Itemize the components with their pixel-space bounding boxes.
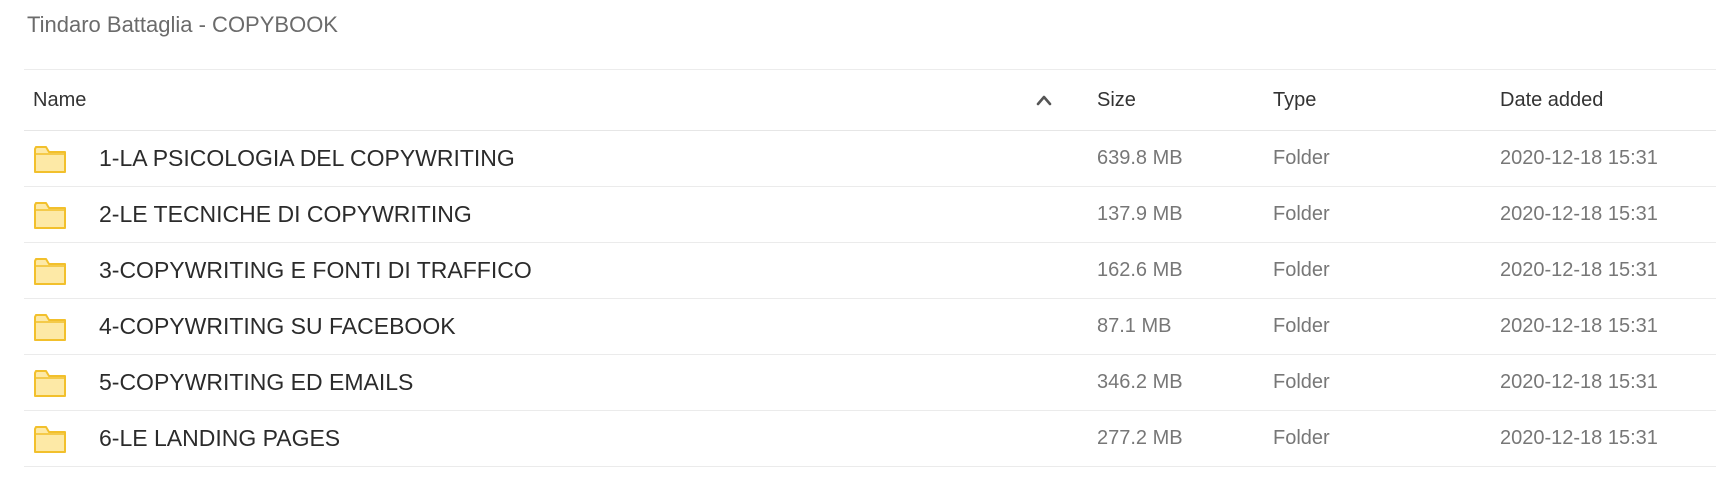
folder-icon [34,146,66,173]
chevron-up-icon[interactable] [1036,93,1052,107]
file-browser: Tindaro Battaglia - COPYBOOK Name Size T… [0,0,1716,491]
column-header-type[interactable]: Type [1273,70,1316,130]
folder-icon [34,202,66,229]
table-header: Name Size Type Date added [24,70,1716,131]
table-row[interactable]: 1-LA PSICOLOGIA DEL COPYWRITING 639.8 MB… [24,131,1716,187]
folder-date-added: 2020-12-18 15:31 [1500,147,1658,169]
folder-date-added: 2020-12-18 15:31 [1500,315,1658,337]
folder-size: 162.6 MB [1097,259,1183,281]
column-header-size[interactable]: Size [1097,70,1136,130]
folder-type: Folder [1273,315,1330,337]
table-row[interactable]: 6-LE LANDING PAGES 277.2 MB Folder 2020-… [24,411,1716,467]
folder-date-added: 2020-12-18 15:31 [1500,203,1658,225]
folder-size: 87.1 MB [1097,315,1172,337]
folder-icon [34,314,66,341]
folder-name[interactable]: 3-COPYWRITING E FONTI DI TRAFFICO [99,243,532,298]
folder-date-added: 2020-12-18 15:31 [1500,371,1658,393]
folder-type: Folder [1273,259,1330,281]
folder-size: 137.9 MB [1097,203,1183,225]
folder-type: Folder [1273,203,1330,225]
folder-name[interactable]: 5-COPYWRITING ED EMAILS [99,355,413,410]
folder-name[interactable]: 6-LE LANDING PAGES [99,411,340,466]
folder-type: Folder [1273,427,1330,449]
column-header-date-added[interactable]: Date added [1500,70,1603,130]
table-row[interactable]: 2-LE TECNICHE DI COPYWRITING 137.9 MB Fo… [24,187,1716,243]
folder-icon [34,258,66,285]
folder-date-added: 2020-12-18 15:31 [1500,259,1658,281]
folder-type: Folder [1273,371,1330,393]
folder-size: 277.2 MB [1097,427,1183,449]
table-row[interactable]: 3-COPYWRITING E FONTI DI TRAFFICO 162.6 … [24,243,1716,299]
folder-name[interactable]: 4-COPYWRITING SU FACEBOOK [99,299,456,354]
breadcrumb[interactable]: Tindaro Battaglia - COPYBOOK [27,10,338,40]
folder-date-added: 2020-12-18 15:31 [1500,427,1658,449]
table-row[interactable]: 5-COPYWRITING ED EMAILS 346.2 MB Folder … [24,355,1716,411]
folder-size: 639.8 MB [1097,147,1183,169]
folder-icon [34,370,66,397]
column-header-name[interactable]: Name [33,70,86,130]
folder-name[interactable]: 2-LE TECNICHE DI COPYWRITING [99,187,472,242]
file-table: Name Size Type Date added 1-LA PSICOLOGI… [24,69,1716,467]
folder-type: Folder [1273,147,1330,169]
folder-icon [34,426,66,453]
table-row[interactable]: 4-COPYWRITING SU FACEBOOK 87.1 MB Folder… [24,299,1716,355]
folder-size: 346.2 MB [1097,371,1183,393]
folder-name[interactable]: 1-LA PSICOLOGIA DEL COPYWRITING [99,131,515,186]
